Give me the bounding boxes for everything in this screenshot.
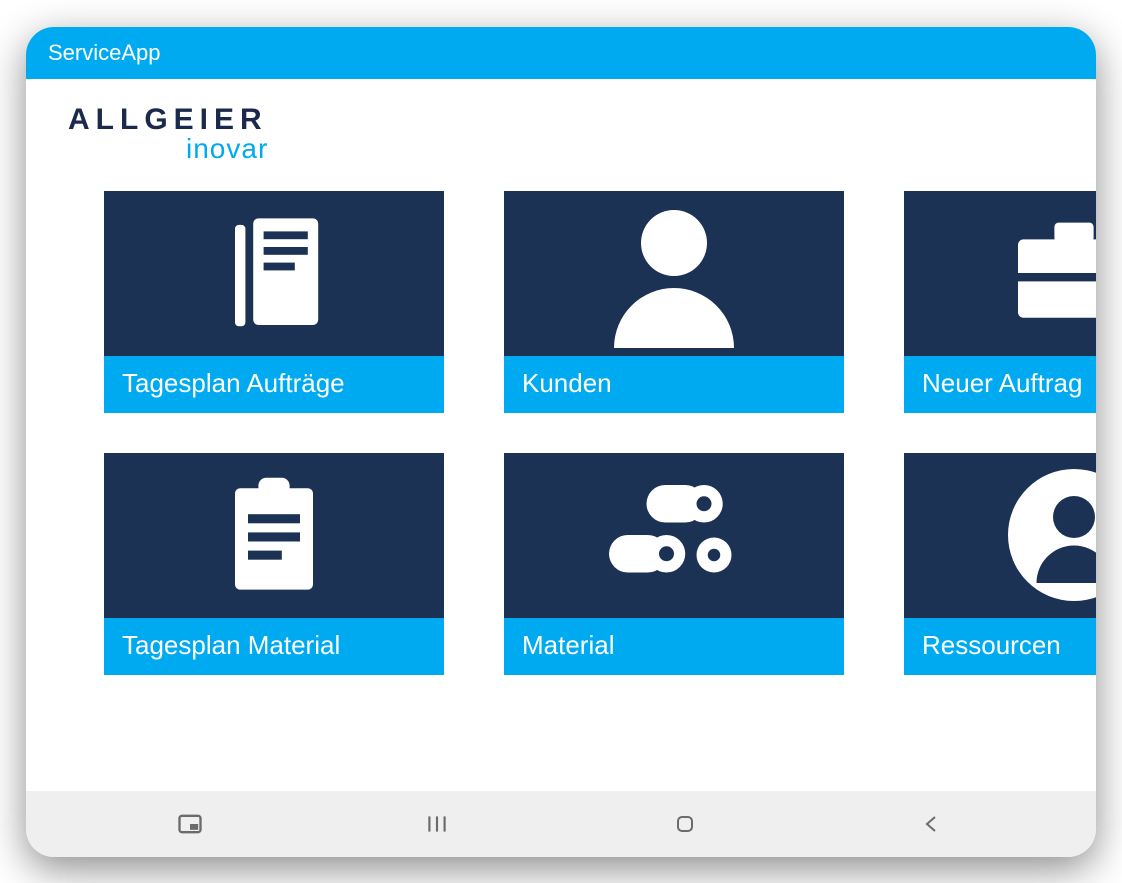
tile-label: Ressourcen <box>904 618 1096 675</box>
resource-person-icon <box>904 453 1096 618</box>
tile-label: Kunden <box>504 356 844 413</box>
person-icon <box>504 191 844 356</box>
recent-apps-icon[interactable] <box>417 804 457 844</box>
rolls-icon <box>504 453 844 618</box>
tiles-container: Tagesplan Aufträge Kunden <box>26 191 1096 675</box>
tiles-grid: Tagesplan Aufträge Kunden <box>104 191 1096 675</box>
tile-label: Neuer Auftrag <box>904 356 1096 413</box>
document-icon <box>104 191 444 356</box>
back-icon[interactable] <box>912 804 952 844</box>
tile-neuer-auftrag[interactable]: Neuer Auftrag <box>904 191 1096 413</box>
pip-icon[interactable] <box>170 804 210 844</box>
system-nav-bar <box>26 791 1096 857</box>
app-title: ServiceApp <box>48 40 161 66</box>
brand-logo: ALLGEIER inovar <box>26 97 1096 191</box>
tile-label: Material <box>504 618 844 675</box>
clipboard-icon <box>104 453 444 618</box>
tile-tagesplan-auftraege[interactable]: Tagesplan Aufträge <box>104 191 444 413</box>
brand-line2: inovar <box>68 133 1096 165</box>
tile-tagesplan-material[interactable]: Tagesplan Material <box>104 453 444 675</box>
brand-line1: ALLGEIER <box>68 103 1096 137</box>
app-title-bar: ServiceApp <box>26 27 1096 79</box>
briefcase-icon <box>904 191 1096 356</box>
tile-label: Tagesplan Aufträge <box>104 356 444 413</box>
tile-kunden[interactable]: Kunden <box>504 191 844 413</box>
tile-material[interactable]: Material <box>504 453 844 675</box>
home-icon[interactable] <box>665 804 705 844</box>
tile-label: Tagesplan Material <box>104 618 444 675</box>
main-content: ALLGEIER inovar Tagesplan Aufträg <box>26 79 1096 791</box>
device-frame: ServiceApp ALLGEIER inovar <box>26 27 1096 857</box>
tile-ressourcen[interactable]: Ressourcen <box>904 453 1096 675</box>
